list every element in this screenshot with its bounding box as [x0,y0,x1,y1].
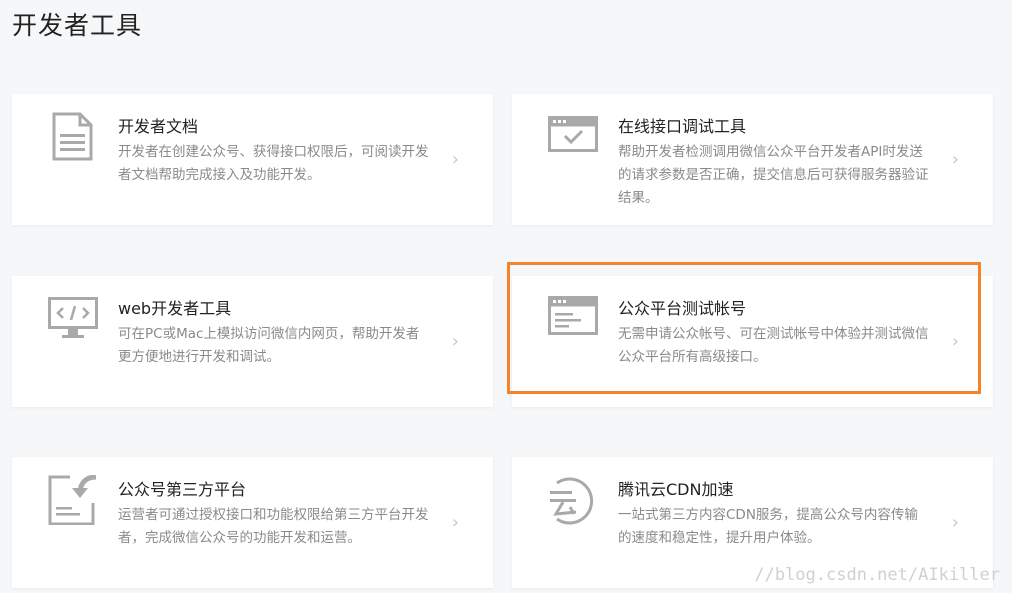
card-description: 无需申请公众帐号、可在测试帐号中体验并测试微信公众平台所有高级接口。 [618,326,929,365]
card-web-devtools[interactable]: web开发者工具 可在PC或Mac上模拟访问微信内网页，帮助开发者更方便地进行开… [12,276,493,407]
card-description: 一站式第三方内容CDN服务，提高公众号内容传输的速度和稳定性，提升用户体验。 [618,507,918,546]
card-api-debug-tool[interactable]: 在线接口调试工具 帮助开发者检测调用微信公众平台开发者API时发送的请求参数是否… [512,94,993,225]
card-test-account[interactable]: 公众平台测试帐号 无需申请公众帐号、可在测试帐号中体验并测试微信公众平台所有高级… [512,276,993,407]
card-developer-docs[interactable]: 开发者文档 开发者在创建公众号、获得接口权限后，可阅读开发者文档帮助完成接入及功… [12,94,493,225]
card-title: 在线接口调试工具 [618,117,747,136]
browser-window-icon [548,294,598,344]
card-description: 开发者在创建公众号、获得接口权限后，可阅读开发者文档帮助完成接入及功能开发。 [118,144,429,183]
watermark: //blog.csdn.net/AIkiller [754,565,1000,585]
card-title: 开发者文档 [118,117,199,136]
tencent-cloud-icon [548,475,598,525]
page-title: 开发者工具 [12,11,143,40]
card-description: 运营者可通过授权接口和功能权限给第三方平台开发者，完成微信公众号的功能开发和运营… [118,507,429,546]
card-title: 公众号第三方平台 [118,480,247,499]
monitor-code-icon [48,294,98,344]
card-title: 腾讯云CDN加速 [618,480,734,499]
card-third-party-platform[interactable]: 公众号第三方平台 运营者可通过授权接口和功能权限给第三方平台开发者，完成微信公众… [12,457,493,588]
card-title: 公众平台测试帐号 [618,299,747,318]
chevron-right-icon: › [951,148,959,170]
chevron-right-icon: › [451,148,459,170]
chevron-right-icon: › [451,511,459,533]
chevron-right-icon: › [951,511,959,533]
card-description: 帮助开发者检测调用微信公众平台开发者API时发送的请求参数是否正确，提交信息后可… [618,144,929,206]
chevron-right-icon: › [451,330,459,352]
document-icon [48,112,98,162]
card-description: 可在PC或Mac上模拟访问微信内网页，帮助开发者更方便地进行开发和调试。 [118,326,420,365]
chevron-right-icon: › [951,330,959,352]
card-title: web开发者工具 [118,299,232,318]
browser-check-icon [548,112,598,162]
authorize-icon [48,474,98,526]
